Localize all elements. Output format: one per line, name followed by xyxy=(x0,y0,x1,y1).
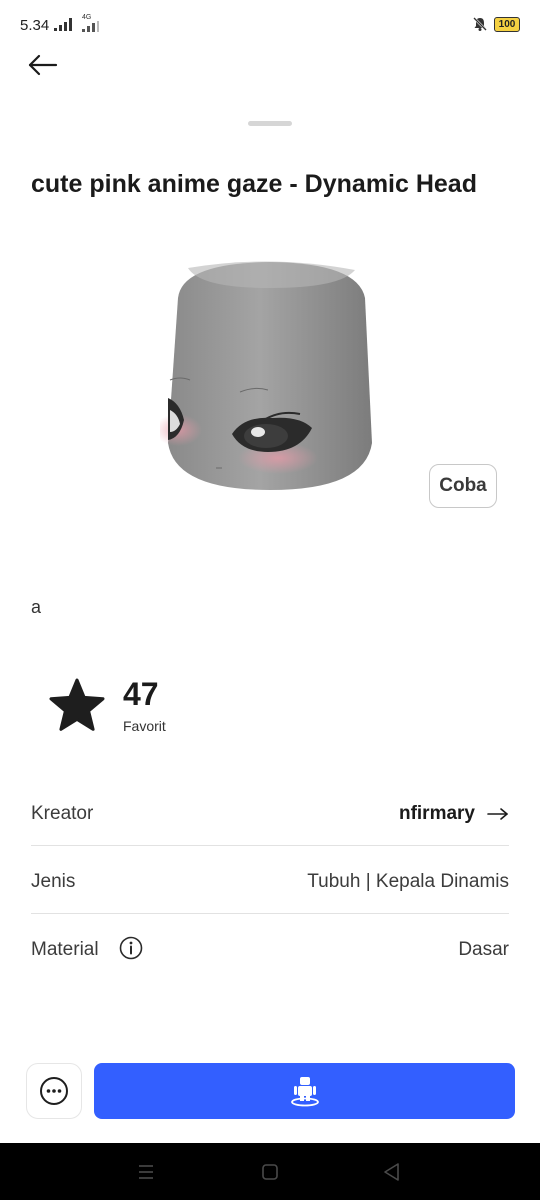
signal-4g-icon xyxy=(82,21,99,32)
avatar-try-on-icon xyxy=(290,1077,319,1107)
try-on-avatar-button[interactable] xyxy=(94,1063,515,1119)
network-type-label: 4G xyxy=(82,14,92,21)
battery-icon: 100 xyxy=(494,16,520,32)
back-triangle-icon[interactable] xyxy=(380,1160,404,1184)
creator-link[interactable]: nfirmary xyxy=(399,803,509,825)
favorite-count: 47 xyxy=(123,676,159,712)
try-on-button[interactable]: Coba xyxy=(429,464,497,508)
menu-icon[interactable] xyxy=(134,1160,158,1184)
arrow-left-icon xyxy=(28,54,58,76)
item-preview-image xyxy=(154,258,380,498)
creator-name: nfirmary xyxy=(398,803,475,824)
material-value: Dasar xyxy=(458,939,509,960)
home-icon[interactable] xyxy=(258,1160,282,1184)
type-label: Jenis xyxy=(31,871,76,892)
status-right: 100 xyxy=(472,16,520,32)
status-time: 5.34 xyxy=(20,17,50,34)
type-value: Tubuh | Kepala Dinamis xyxy=(307,871,509,892)
creator-label: Kreator xyxy=(31,803,94,824)
favorite-label: Favorit xyxy=(123,718,166,734)
more-horizontal-icon xyxy=(40,1077,68,1105)
info-icon[interactable] xyxy=(119,936,143,960)
detail-row-material: Material Dasar xyxy=(31,913,509,981)
star-icon[interactable] xyxy=(48,677,106,735)
detail-row-creator[interactable]: Kreator nfirmary xyxy=(31,777,509,845)
sheet-drag-handle[interactable] xyxy=(248,121,292,126)
item-description: a xyxy=(31,597,42,617)
item-title: cute pink anime gaze - Dynamic Head xyxy=(31,170,477,198)
signal-icon xyxy=(54,18,72,31)
system-navigation-bar xyxy=(0,1143,540,1200)
mute-icon xyxy=(473,17,487,31)
detail-row-type: Jenis Tubuh | Kepala Dinamis xyxy=(31,845,509,913)
more-options-button[interactable] xyxy=(26,1063,82,1119)
material-label: Material xyxy=(31,939,99,960)
arrow-right-icon xyxy=(487,808,508,820)
status-bar: 5.34 4G 100 xyxy=(0,0,540,52)
back-button[interactable] xyxy=(26,50,62,80)
